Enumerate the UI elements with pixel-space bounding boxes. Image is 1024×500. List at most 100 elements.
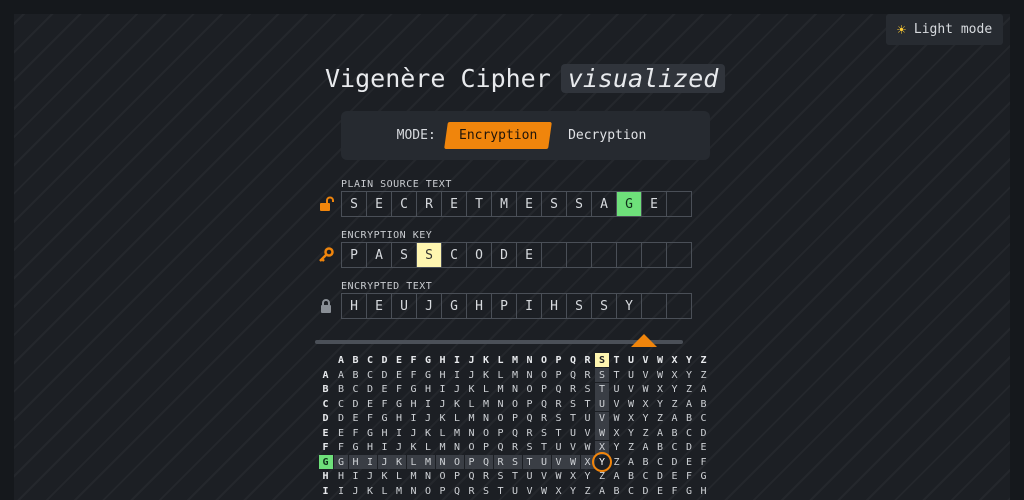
encryption-key-label: ENCRYPTION KEY — [341, 230, 433, 241]
tableau-col-header: P — [555, 354, 562, 366]
key-letter-cell: S — [416, 242, 442, 268]
tableau-col-header: J — [468, 354, 475, 366]
tableau-cell: T — [522, 455, 537, 469]
tableau-cell: Z — [685, 384, 693, 395]
tableau-cell: D — [366, 384, 374, 395]
tableau-cell: W — [555, 471, 562, 482]
key-letter-cell: O — [466, 242, 492, 268]
key-letter-cell: D — [491, 242, 517, 268]
tableau-cell: N — [410, 485, 417, 497]
title-main: Vigenère Cipher — [325, 63, 551, 93]
tableau-cell: U — [526, 471, 533, 482]
tableau-cell: N — [435, 455, 450, 469]
plain-letter-cell: R — [416, 191, 442, 217]
tableau-cell: Y — [584, 471, 591, 482]
tableau-cell: D — [700, 427, 707, 439]
tableau-cell: V — [642, 369, 649, 381]
tableau-cell: R — [511, 442, 519, 453]
tableau-cell: J — [395, 442, 403, 453]
tableau-cell: I — [363, 455, 377, 469]
tableau-cell: V — [569, 442, 577, 453]
tableau-cell: P — [555, 369, 562, 381]
step-slider-handle[interactable] — [631, 334, 657, 347]
tableau-cell: T — [595, 382, 609, 397]
encryption-mode-button[interactable]: Encryption — [443, 122, 552, 149]
tableau-cell: F — [685, 471, 693, 482]
title-accent: visualized — [560, 63, 726, 93]
tableau-cell: B — [642, 456, 649, 468]
key-letter-cell — [641, 242, 667, 268]
tableau-cell: U — [627, 369, 635, 381]
key-letter-cell: E — [516, 242, 542, 268]
unlock-icon — [320, 196, 334, 211]
tableau-cell: U — [613, 384, 620, 395]
tableau-cell: X — [613, 427, 620, 439]
tableau-cell: O — [424, 485, 432, 497]
light-mode-button[interactable]: ☀ Light mode — [886, 14, 1003, 45]
tableau-cell: F — [337, 442, 345, 453]
tableau-cell: R — [526, 427, 533, 439]
tableau-cell: P — [497, 427, 504, 439]
tableau-cell: K — [381, 471, 388, 482]
tableau-cell: F — [381, 398, 388, 410]
tableau-col-header: K — [482, 354, 490, 366]
tableau-row-header: B — [322, 384, 329, 395]
tableau-cell: A — [671, 413, 678, 424]
tableau-cell: Q — [540, 398, 548, 410]
tableau-cell: C — [337, 398, 345, 410]
tableau-cell: K — [453, 398, 461, 410]
tableau-row-header: A — [322, 369, 329, 381]
tableau-cell: H — [410, 398, 417, 410]
tableau-cell: E — [395, 369, 403, 381]
tableau-cell: Y — [569, 485, 577, 497]
tableau-cell: H — [348, 455, 363, 469]
tableau-cell: G — [410, 384, 417, 395]
tableau-row-header: D — [322, 413, 329, 424]
tableau-cell: S — [482, 485, 490, 497]
plain-letter-cell: S — [566, 191, 592, 217]
tableau-cell: P — [540, 384, 548, 395]
encrypted-letter-cell: Y — [616, 293, 642, 319]
tableau-col-header: A — [337, 354, 345, 366]
tableau-cell: C — [700, 413, 707, 424]
tableau-cell: T — [569, 413, 577, 424]
tableau-cell: F — [366, 413, 374, 424]
step-slider-track[interactable] — [315, 340, 683, 344]
encrypted-text-label: ENCRYPTED TEXT — [341, 281, 433, 292]
tableau-cell: O — [439, 471, 446, 482]
plain-letter-cell: S — [541, 191, 567, 217]
plain-letter-cell: T — [466, 191, 492, 217]
tableau-cell: J — [366, 471, 374, 482]
tableau-cell: E — [366, 398, 374, 410]
tableau-cell: H — [439, 369, 446, 381]
tableau-cell: W — [584, 442, 591, 453]
tableau-cell: E — [656, 485, 664, 497]
tableau-cell: R — [555, 398, 562, 410]
tableau-cell: S — [595, 368, 609, 382]
tableau-col-header: E — [395, 354, 403, 366]
tableau-cell: F — [700, 456, 707, 468]
tableau-cell: K — [424, 427, 432, 439]
tableau-cell: X — [569, 471, 577, 482]
tableau-cell: G — [424, 369, 432, 381]
tableau-cell: Z — [584, 485, 591, 497]
encrypted-letter-cell: S — [566, 293, 592, 319]
tableau-col-header: S — [595, 353, 609, 367]
tableau-cell: I — [352, 471, 359, 482]
tableau-cell: M — [410, 471, 417, 482]
decryption-mode-button[interactable]: Decryption — [560, 122, 654, 149]
plain-letter-cell: S — [341, 191, 367, 217]
mode-label: MODE: — [396, 128, 436, 143]
tableau-cell: N — [468, 427, 475, 439]
tableau-cell: R — [482, 471, 490, 482]
tableau-cell: M — [482, 398, 490, 410]
encryption-label: Encryption — [458, 128, 538, 143]
tableau-cell: I — [453, 369, 461, 381]
tableau-col-header: L — [497, 354, 504, 366]
tableau-col-header: M — [511, 354, 519, 366]
tableau-cell: Q — [511, 427, 519, 439]
tableau-cell: T — [555, 427, 562, 439]
tableau-cell: D — [642, 485, 649, 497]
tableau-cell: I — [439, 384, 446, 395]
tableau-cell: G — [352, 442, 359, 453]
